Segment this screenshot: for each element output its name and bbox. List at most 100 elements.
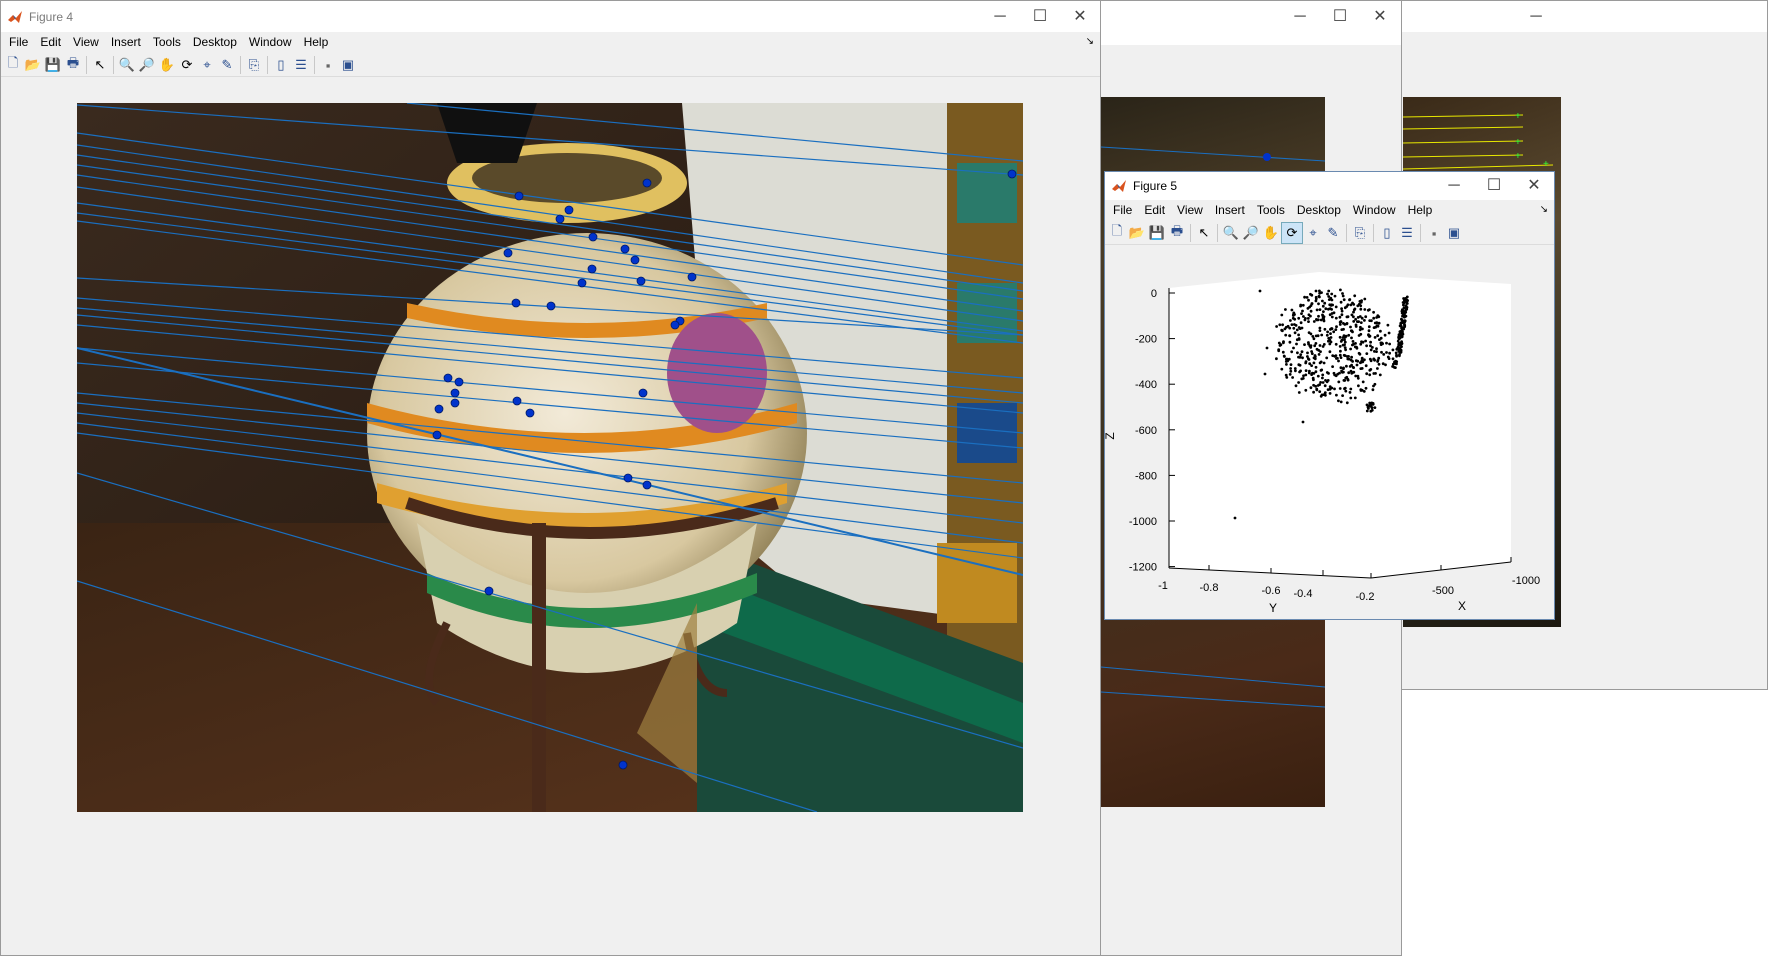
select-arrow-icon[interactable]: ↖ <box>90 55 110 75</box>
menu-bar: File Edit View Insert Tools Desktop Window Help… <box>1 32 1100 54</box>
colorbar-icon[interactable]: ▯ <box>1377 223 1397 243</box>
scatter-point <box>1340 328 1344 331</box>
zoom-in-icon[interactable]: 🔍 <box>117 55 137 75</box>
zoom-in-icon[interactable]: 🔍 <box>1221 223 1241 243</box>
scatter-point <box>1368 373 1372 377</box>
menu-help[interactable]: Help <box>298 32 335 49</box>
link-plot-icon[interactable]: ⎘ <box>244 55 264 75</box>
legend-icon[interactable]: ☰ <box>1397 223 1417 243</box>
scatter-point <box>1404 310 1408 314</box>
minimize-button[interactable]: ─ <box>1513 1 1559 32</box>
scatter-point <box>1322 393 1326 396</box>
scatter-point <box>1372 326 1376 329</box>
print-icon[interactable]: 🖶 <box>63 55 83 75</box>
menu-file[interactable]: File <box>3 32 34 49</box>
scatter-point <box>1321 373 1325 377</box>
open-file-icon[interactable]: 📂 <box>1127 223 1147 243</box>
pan-hand-icon[interactable]: ✋ <box>1261 223 1281 243</box>
scatter-point <box>1383 333 1387 337</box>
brush-icon[interactable]: ✎ <box>217 55 237 75</box>
scatter-point <box>1323 327 1327 331</box>
pan-hand-icon[interactable]: ✋ <box>157 55 177 75</box>
menu-desktop[interactable]: Desktop <box>1291 200 1347 217</box>
close-button[interactable]: ✕ <box>1057 1 1100 32</box>
scatter-point <box>1315 308 1319 312</box>
brush-icon[interactable]: ✎ <box>1323 223 1343 243</box>
z-tick-label: -400 <box>1135 379 1157 391</box>
menu-tools[interactable]: Tools <box>1251 200 1291 217</box>
3d-scatter-plot[interactable]: 0 -200 -400 -600 -800 -1000 -1200 -1 -0.8 -0.6 -0… <box>1105 246 1554 620</box>
z-axis-label: Z <box>1105 432 1117 439</box>
scatter-point <box>1310 364 1313 367</box>
menu-tools[interactable]: Tools <box>147 32 187 49</box>
print-icon[interactable]: 🖶 <box>1167 223 1187 243</box>
show-plot-tools-icon[interactable]: ▣ <box>338 55 358 75</box>
rotate-3d-icon[interactable]: ⟳ <box>1281 222 1303 244</box>
scatter-point <box>1319 318 1323 322</box>
scatter-point <box>1288 334 1292 338</box>
menu-window[interactable]: Window <box>243 32 298 49</box>
scatter-point <box>1314 342 1318 345</box>
hide-plot-tools-icon[interactable]: ▪ <box>318 55 338 75</box>
scatter-point <box>1339 400 1343 404</box>
dock-arrow-icon[interactable]: ↘ <box>1086 36 1094 47</box>
colorbar-icon[interactable]: ▯ <box>271 55 291 75</box>
epipolar-image-axes[interactable] <box>77 103 1023 812</box>
save-icon[interactable]: 💾 <box>1147 223 1167 243</box>
menu-view[interactable]: View <box>1171 200 1209 217</box>
scatter-point <box>1233 516 1237 520</box>
zoom-out-icon[interactable]: 🔎 <box>1241 223 1261 243</box>
link-plot-icon[interactable]: ⎘ <box>1350 223 1370 243</box>
menu-help[interactable]: Help <box>1402 200 1439 217</box>
scatter-point <box>1297 381 1300 384</box>
scatter-point <box>1318 344 1322 347</box>
scatter-point <box>1376 324 1380 328</box>
scatter-point <box>1400 329 1404 332</box>
menu-insert[interactable]: Insert <box>105 32 147 49</box>
menu-window[interactable]: Window <box>1347 200 1402 217</box>
z-tick-label: -600 <box>1135 425 1157 437</box>
scatter-point <box>1361 380 1365 384</box>
new-figure-icon[interactable]: 🗋 <box>1107 223 1127 243</box>
menu-edit[interactable]: Edit <box>34 32 67 49</box>
rotate-3d-icon[interactable]: ⟳ <box>177 55 197 75</box>
scatter-point <box>1297 326 1301 329</box>
scatter-point <box>1343 379 1347 382</box>
scatter-point <box>1405 302 1409 305</box>
toolbar-separator <box>1420 224 1421 242</box>
menu-file[interactable]: File <box>1107 200 1138 217</box>
scatter-point <box>1405 295 1409 299</box>
select-arrow-icon[interactable]: ↖ <box>1194 223 1214 243</box>
show-plot-tools-icon[interactable]: ▣ <box>1444 223 1464 243</box>
close-button[interactable]: ✕ <box>1357 1 1401 32</box>
menu-desktop[interactable]: Desktop <box>187 32 243 49</box>
scatter-point <box>1385 341 1388 345</box>
scatter-point <box>1330 292 1334 296</box>
dock-arrow-icon[interactable]: ↘ <box>1540 204 1548 215</box>
menu-view[interactable]: View <box>67 32 105 49</box>
data-cursor-icon[interactable]: ⌖ <box>1303 223 1323 243</box>
scatter-point <box>1352 320 1356 323</box>
scatter-point <box>1322 361 1326 365</box>
legend-icon[interactable]: ☰ <box>291 55 311 75</box>
toolbar-separator <box>1346 224 1347 242</box>
scatter-point <box>1396 339 1400 343</box>
close-button[interactable]: ✕ <box>1511 172 1554 200</box>
save-icon[interactable]: 💾 <box>43 55 63 75</box>
scatter-point <box>1406 299 1409 302</box>
scatter-point <box>1359 321 1363 324</box>
scatter-point <box>1335 325 1338 329</box>
scatter-point <box>1347 357 1351 361</box>
hide-plot-tools-icon[interactable]: ▪ <box>1424 223 1444 243</box>
scatter-point <box>1320 333 1324 337</box>
scatter-point <box>1368 308 1371 311</box>
scatter-point <box>1326 388 1330 391</box>
data-cursor-icon[interactable]: ⌖ <box>197 55 217 75</box>
new-figure-icon[interactable]: 🗋 <box>3 55 23 75</box>
open-file-icon[interactable]: 📂 <box>23 55 43 75</box>
scatter-point <box>1318 291 1321 295</box>
menu-insert[interactable]: Insert <box>1209 200 1251 217</box>
menu-edit[interactable]: Edit <box>1138 200 1171 217</box>
scatter-point <box>1351 343 1354 347</box>
zoom-out-icon[interactable]: 🔎 <box>137 55 157 75</box>
